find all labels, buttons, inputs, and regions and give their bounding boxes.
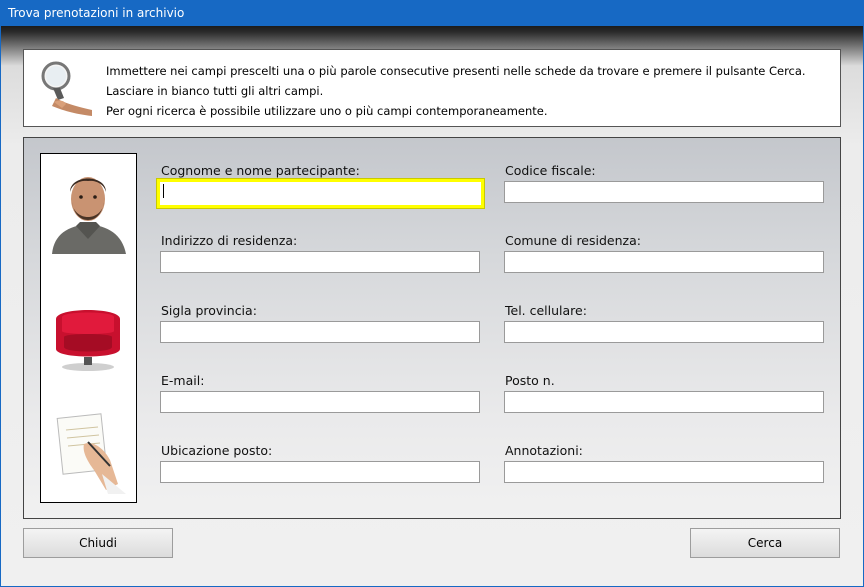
comune-label: Comune di residenza: xyxy=(505,233,641,248)
sigla-provincia-label: Sigla provincia: xyxy=(161,303,257,318)
email-input[interactable] xyxy=(160,391,480,413)
title-bar: Trova prenotazioni in archivio xyxy=(0,0,864,26)
annotazioni-input[interactable] xyxy=(504,461,824,483)
magnifier-hand-icon xyxy=(41,61,92,116)
indirizzo-input[interactable] xyxy=(160,251,480,273)
red-armchair-icon xyxy=(56,310,120,371)
search-form-panel: Cognome e nome partecipante: Codice fisc… xyxy=(23,137,841,519)
instructions-text: Immettere nei campi prescelti una o più … xyxy=(106,61,806,121)
indirizzo-label: Indirizzo di residenza: xyxy=(161,233,298,248)
text-caret xyxy=(163,184,164,198)
codice-fiscale-input[interactable] xyxy=(504,181,824,203)
search-button[interactable]: Cerca xyxy=(690,528,840,558)
codice-fiscale-label: Codice fiscale: xyxy=(505,163,596,178)
sigla-provincia-input[interactable] xyxy=(160,321,480,343)
instruction-line-1: Immettere nei campi prescelti una o più … xyxy=(106,64,806,78)
window-client-area: Immettere nei campi prescelti una o più … xyxy=(1,26,863,586)
instruction-line-3: Per ogni ricerca è possibile utilizzare … xyxy=(106,104,548,118)
cognome-nome-input[interactable] xyxy=(156,178,485,209)
instruction-line-2: Lasciare in bianco tutti gli altri campi… xyxy=(106,84,324,98)
tel-cellulare-input[interactable] xyxy=(504,321,824,343)
person-photo xyxy=(48,164,128,254)
decorative-images-column xyxy=(40,153,137,503)
hand-writing-notepad-icon xyxy=(56,413,126,494)
ubicazione-posto-label: Ubicazione posto: xyxy=(161,443,273,458)
close-button[interactable]: Chiudi xyxy=(23,528,173,558)
ubicazione-posto-input[interactable] xyxy=(160,461,480,483)
comune-input[interactable] xyxy=(504,251,824,273)
cognome-nome-label: Cognome e nome partecipante: xyxy=(161,163,360,178)
posto-n-input[interactable] xyxy=(504,391,824,413)
annotazioni-label: Annotazioni: xyxy=(505,443,583,458)
posto-n-label: Posto n. xyxy=(505,373,555,388)
instructions-box: Immettere nei campi prescelti una o più … xyxy=(23,49,841,127)
tel-cellulare-label: Tel. cellulare: xyxy=(505,303,587,318)
window-title: Trova prenotazioni in archivio xyxy=(8,6,185,20)
email-label: E-mail: xyxy=(161,373,205,388)
